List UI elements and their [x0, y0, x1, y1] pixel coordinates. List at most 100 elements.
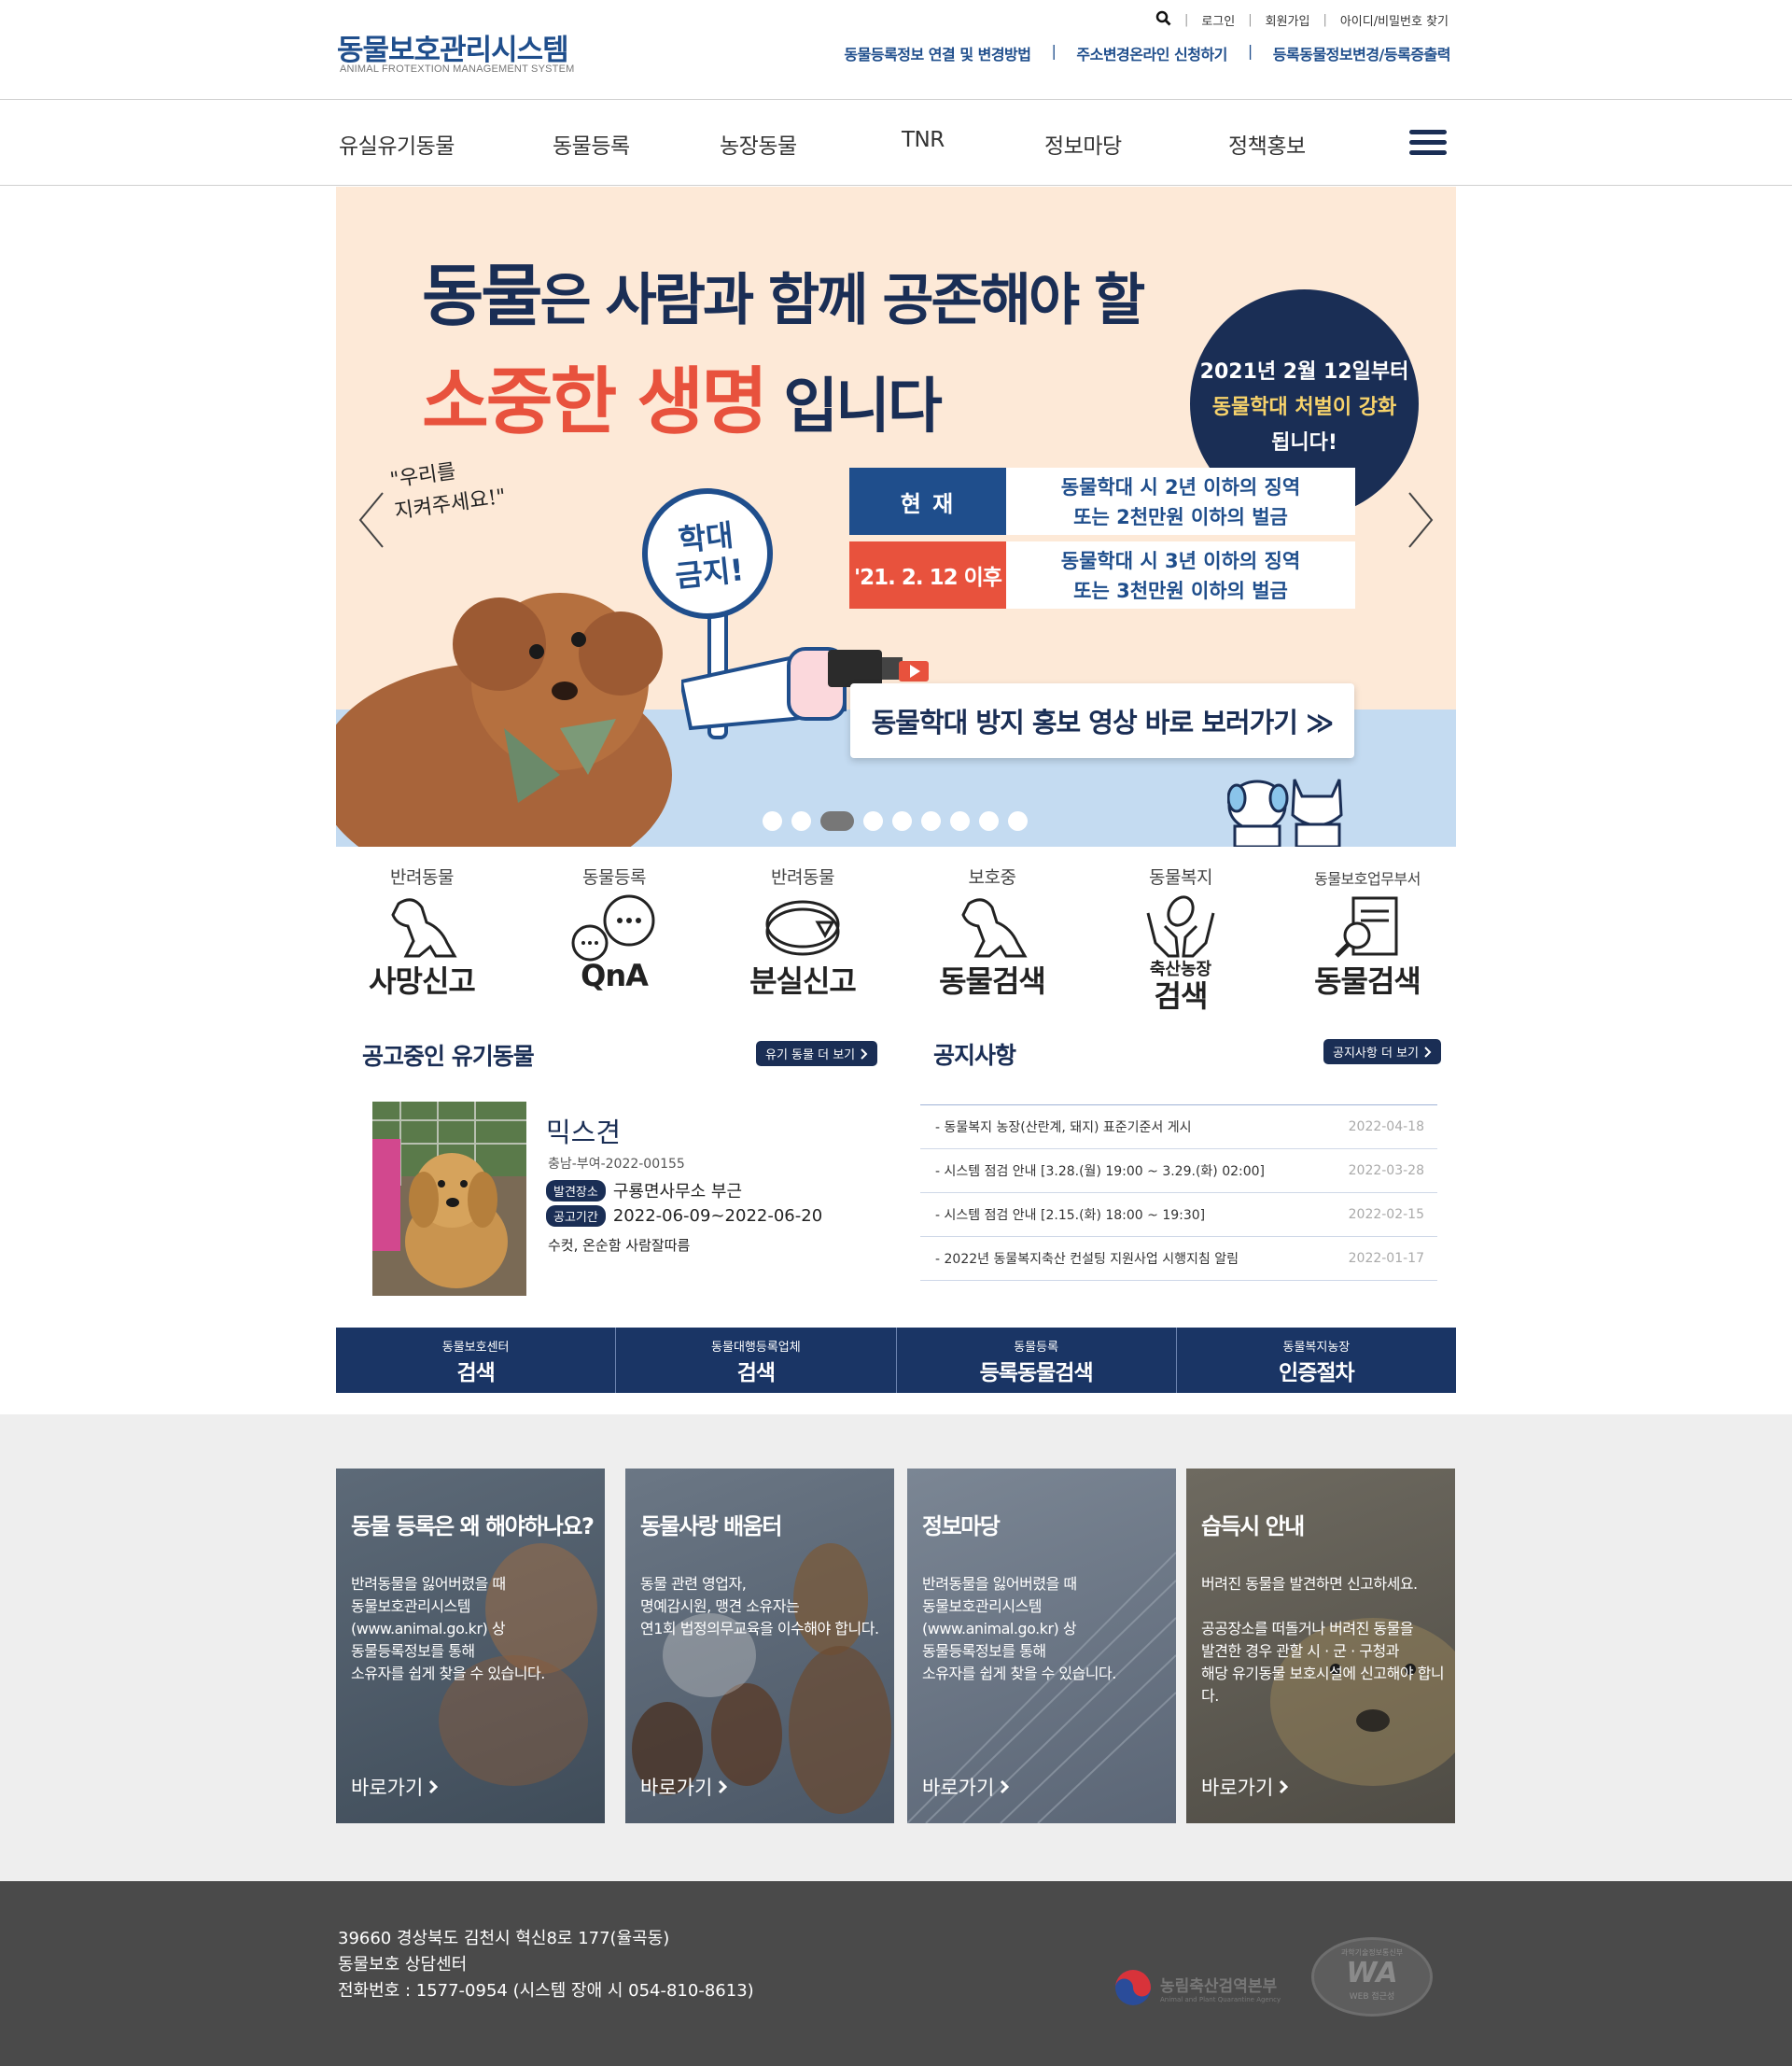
info-cards-section: [0, 1414, 1792, 1881]
separator: |: [1248, 13, 1253, 27]
notice-period-row: 공고기간 2022-06-09~2022-06-20: [546, 1205, 822, 1227]
chevron-right-icon: [719, 1779, 728, 1794]
notice-title: 공지사항: [933, 1042, 1016, 1069]
card-go-link[interactable]: 바로가기: [351, 1773, 439, 1801]
pet-description: 수컷, 온순함 사람잘따름: [548, 1237, 691, 1254]
nav-farm-animals[interactable]: 농장동물: [720, 128, 797, 160]
lost-animal-photo[interactable]: [372, 1102, 526, 1296]
quick-links: 동물등록정보 연결 및 변경방법 | 주소변경온라인 신청하기 | 등록동물정보…: [844, 42, 1450, 64]
notice-list: - 동물복지 농장(산란계, 돼지) 표준기준서 게시 2022-04-18 -…: [920, 1104, 1437, 1281]
found-place-value: 구룡면사무소 부근: [612, 1182, 743, 1202]
cartoon-pets-illustration: [1227, 779, 1343, 847]
login-link[interactable]: 로그인: [1201, 11, 1235, 29]
card-found-animal-guide[interactable]: 습득시 안내 버려진 동물을 발견하면 신고하세요. 공공장소를 떠돌거나 버려진…: [1186, 1469, 1455, 1823]
chevron-right-icon: [1424, 1046, 1432, 1058]
chevron-right-icon: [1001, 1779, 1010, 1794]
separator: |: [1051, 42, 1057, 60]
nav-lost-animals[interactable]: 유실유기동물: [339, 128, 455, 160]
search-icon[interactable]: [1155, 10, 1171, 30]
find-account-link[interactable]: 아이디/비밀번호 찾기: [1340, 11, 1449, 29]
banner-headline-2: 소중한 생명 입니다: [422, 360, 943, 444]
hands-leaf-icon: [1146, 895, 1215, 958]
separator: |: [1183, 13, 1189, 27]
pet-breed[interactable]: 믹스견: [546, 1111, 621, 1150]
quick-lost-report[interactable]: 반려동물 분실신고: [723, 864, 882, 1001]
main-banner[interactable]: 동물은 사람과 함께 공존해야 할 소중한 생명 입니다 2021년 2월 12…: [336, 187, 1456, 847]
site-logo-subtitle: ANIMAL FROTEXTION MANAGEMENT SYSTEM: [340, 63, 575, 75]
utility-menu: | 로그인 | 회원가입 | 아이디/비밀번호 찾기: [1155, 10, 1449, 30]
notice-item[interactable]: - 동물복지 농장(산란계, 돼지) 표준기준서 게시 2022-04-18: [920, 1105, 1437, 1149]
slide-dot[interactable]: [863, 811, 883, 831]
banner-prev-arrow-icon[interactable]: [353, 487, 390, 553]
shelter-search-button[interactable]: 동물보호센터 검색: [336, 1328, 617, 1393]
notice-item[interactable]: - 시스템 점검 안내 [3.28.(월) 19:00 ~ 3.29.(화) 0…: [920, 1149, 1437, 1193]
document-search-icon: [1335, 896, 1398, 958]
banner-next-arrow-icon[interactable]: [1402, 487, 1439, 553]
web-accessibility-mark[interactable]: 과학기술정보통신부 WA WEB 접근성: [1311, 1937, 1433, 2017]
notice-item[interactable]: - 2022년 동물복지축산 컨설팅 지원사업 시행지침 알림 2022-01-…: [920, 1237, 1437, 1281]
quick-qna[interactable]: 동물등록 QnA: [535, 864, 693, 993]
card-go-link[interactable]: 바로가기: [922, 1773, 1010, 1801]
agency-search-button[interactable]: 동물대행등록업체 검색: [616, 1328, 897, 1393]
agency-logo[interactable]: 농림축산검역본부 Animal and Plant Quarantine Agen…: [1113, 1968, 1281, 2007]
nav-info[interactable]: 정보마당: [1044, 128, 1122, 160]
separator: |: [1323, 13, 1327, 27]
site-logo[interactable]: 동물보호관리시스템: [337, 26, 569, 68]
video-link-button[interactable]: 동물학대 방지 홍보 영상 바로 보러가기 ≫: [850, 683, 1354, 758]
penalty-row-current: 현 재 동물학대 시 2년 이하의 징역 또는 2천만원 이하의 벌금: [849, 468, 1355, 535]
quick-welfare-farm-search[interactable]: 동물복지 축산농장 검색: [1101, 864, 1260, 1016]
card-why-register[interactable]: 동물 등록은 왜 해야하나요? 반려동물을 잃어버렸을 때 동물보호관리시스템 (w…: [336, 1469, 605, 1823]
nav-tnr[interactable]: TNR: [902, 128, 945, 152]
slide-dot[interactable]: [921, 811, 941, 831]
dog-icon: [961, 898, 1028, 958]
chevron-right-icon: [429, 1779, 439, 1794]
menu-icon[interactable]: [1409, 130, 1447, 156]
notice-item[interactable]: - 시스템 점검 안내 [2.15.(화) 18:00 ~ 19:30] 202…: [920, 1193, 1437, 1237]
notice-period-value: 2022-06-09~2022-06-20: [612, 1206, 823, 1226]
quick-protected-search[interactable]: 보호중 동물검색: [913, 864, 1071, 1001]
certificate-print-link[interactable]: 등록동물정보변경/등록증출력: [1273, 42, 1451, 64]
chevron-right-icon: [861, 1047, 868, 1060]
welfare-farm-certification-button[interactable]: 동물복지농장 인증절차: [1177, 1328, 1456, 1393]
taegeuk-icon: [1115, 1970, 1151, 2005]
nav-policy[interactable]: 정책홍보: [1228, 128, 1306, 160]
registered-animal-search-button[interactable]: 동물등록 등록동물검색: [897, 1328, 1177, 1393]
signup-link[interactable]: 회원가입: [1266, 11, 1310, 29]
separator: |: [1247, 42, 1253, 60]
card-go-link[interactable]: 바로가기: [640, 1773, 728, 1801]
slide-dot[interactable]: [950, 811, 970, 831]
lost-animals-title: 공고중인 유기동물: [362, 1043, 535, 1070]
chat-icon: [571, 894, 655, 962]
search-shortcut-bar: 동물보호센터 검색 동물대행등록업체 검색 동물등록 등록동물검색 동물복지농장…: [336, 1328, 1456, 1393]
chevron-right-icon: [1280, 1779, 1289, 1794]
quick-pet-death-report[interactable]: 반려동물 사망신고: [343, 864, 501, 1001]
handwritten-note: "우리를 지켜주세요!": [388, 459, 508, 525]
card-education[interactable]: 동물사랑 배움터 동물 관련 영업자, 명예감시원, 맹견 소유자는 연1회 법정의…: [625, 1469, 894, 1823]
address-change-link[interactable]: 주소변경온라인 신청하기: [1076, 42, 1227, 64]
slide-dot[interactable]: [763, 811, 782, 831]
collar-icon: [765, 900, 840, 956]
notice-period-tag: 공고기간: [546, 1205, 606, 1227]
slide-dot[interactable]: [820, 811, 854, 831]
slide-dot[interactable]: [979, 811, 999, 831]
nav-registration[interactable]: 동물등록: [553, 128, 630, 160]
lost-animals-more-button[interactable]: 유기 동물 더 보기: [756, 1041, 878, 1066]
registration-info-link[interactable]: 동물등록정보 연결 및 변경방법: [844, 42, 1031, 64]
slide-dot[interactable]: [892, 811, 912, 831]
site-header: 동물보호관리시스템 ANIMAL FROTEXTION MANAGEMENT S…: [0, 0, 1792, 100]
slide-dot[interactable]: [791, 811, 811, 831]
site-footer: 39660 경상북도 김천시 혁신8로 177(율곡동) 동물보호 상담센터 전…: [0, 1881, 1792, 2066]
penalty-row-after: '21. 2. 12 이후 동물학대 시 3년 이하의 징역 또는 3천만원 이하…: [849, 541, 1355, 609]
card-go-link[interactable]: 바로가기: [1201, 1773, 1289, 1801]
notice-more-button[interactable]: 공지사항 더 보기: [1323, 1039, 1441, 1064]
dog-icon: [391, 898, 457, 958]
banner-headline-1: 동물은 사람과 함께 공존해야 할: [422, 257, 1145, 335]
found-place-tag: 발견장소: [546, 1179, 606, 1202]
quick-department-search[interactable]: 동물보호업무부서 동물검색: [1288, 864, 1447, 1001]
slide-indicators: [763, 811, 1028, 831]
found-place-row: 발견장소 구룡면사무소 부근: [546, 1178, 742, 1202]
main-navigation: 유실유기동물 동물등록 농장동물 TNR 정보마당 정책홍보: [0, 100, 1792, 186]
slide-dot[interactable]: [1008, 811, 1028, 831]
pet-notice-id: 충남-부여-2022-00155: [548, 1157, 685, 1172]
card-info-hub[interactable]: 정보마당 반려동물을 잃어버렸을 때 동물보호관리시스템 (www.animal.g…: [907, 1469, 1176, 1823]
